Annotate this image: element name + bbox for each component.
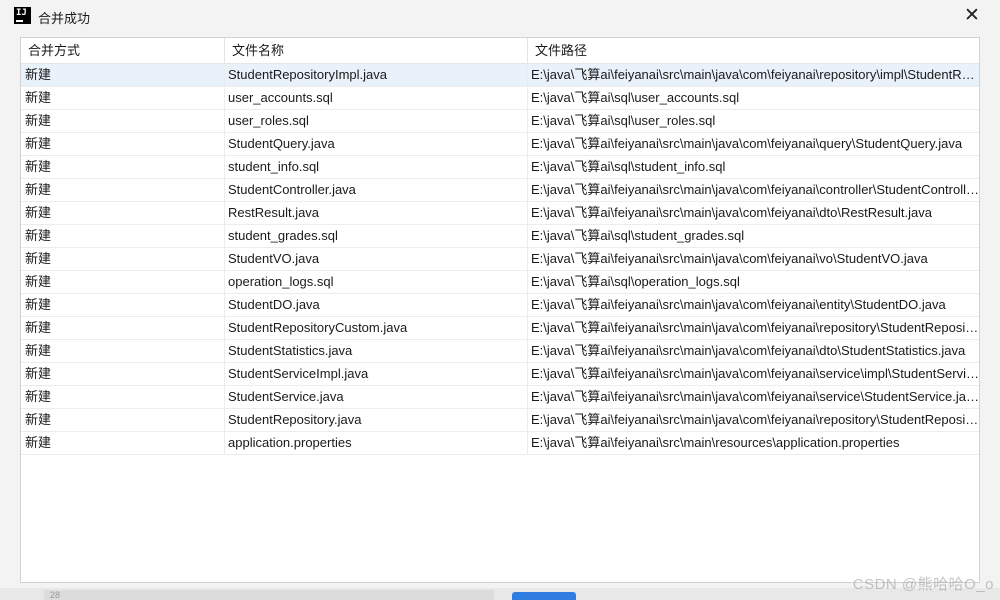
table-row[interactable]: 新建 student_grades.sql E:\java\飞算ai\sql\stu… — [21, 225, 979, 248]
file-path-cell: E:\java\飞算ai\feiyanai\src\main\java\com\… — [531, 182, 979, 197]
close-button[interactable]: ✕ — [962, 6, 982, 26]
table-row[interactable]: 新建 StudentRepository.java E:\java\飞算ai\fei… — [21, 409, 979, 432]
table-row[interactable]: 新建 RestResult.java E:\java\飞算ai\feiyanai\s… — [21, 202, 979, 225]
table-row[interactable]: 新建 user_roles.sql E:\java\飞算ai\sql\user_ro… — [21, 110, 979, 133]
file-path-cell: E:\java\飞算ai\sql\user_roles.sql — [531, 113, 716, 128]
merge-mode-cell: 新建 — [21, 363, 225, 385]
merge-mode-cell: 新建 — [21, 110, 225, 132]
file-path-cell: E:\java\飞算ai\sql\student_grades.sql — [531, 228, 745, 243]
merge-mode-cell: 新建 — [21, 64, 225, 86]
file-name-cell: StudentServiceImpl.java — [225, 363, 528, 385]
merge-mode-cell: 新建 — [21, 179, 225, 201]
table-row[interactable]: 新建 user_accounts.sql E:\java\飞算ai\sql\user… — [21, 87, 979, 110]
file-path-cell: E:\java\飞算ai\feiyanai\src\main\java\com\… — [531, 412, 979, 427]
intellij-app-icon: IJ — [14, 7, 31, 24]
file-path-cell: E:\java\飞算ai\feiyanai\src\main\java\com\… — [531, 297, 946, 312]
merge-mode-cell: 新建 — [21, 317, 225, 339]
file-name-cell: application.properties — [225, 432, 528, 454]
table-row[interactable]: 新建 StudentDO.java E:\java\飞算ai\feiyanai\sr… — [21, 294, 979, 317]
file-name-cell: StudentRepositoryCustom.java — [225, 317, 528, 339]
table-row[interactable]: 新建 operation_logs.sql E:\java\飞算ai\sql\ope… — [21, 271, 979, 294]
dialog-title: 合并成功 — [38, 11, 91, 26]
file-name-cell: student_info.sql — [225, 156, 528, 178]
app-icon-label: IJ — [16, 8, 27, 18]
merge-mode-cell: 新建 — [21, 294, 225, 316]
merge-mode-cell: 新建 — [21, 432, 225, 454]
column-header-merge-mode[interactable]: 合并方式 — [21, 38, 225, 63]
background-editor-gutter: 28 — [44, 590, 494, 600]
table-row[interactable]: 新建 StudentController.java E:\java\飞算ai\fei… — [21, 179, 979, 202]
merge-mode-cell: 新建 — [21, 271, 225, 293]
file-path-cell: E:\java\飞算ai\feiyanai\src\main\java\com\… — [531, 343, 966, 358]
column-header-file-name[interactable]: 文件名称 — [225, 38, 528, 63]
table-body: 新建 StudentRepositoryImpl.java E:\java\飞算ai… — [21, 64, 979, 455]
merged-files-table: 合并方式 文件名称 文件路径 新建 StudentRepositoryImpl.j… — [20, 37, 980, 583]
file-path-cell: E:\java\飞算ai\sql\user_accounts.sql — [531, 90, 740, 105]
merge-success-dialog: IJ 合并成功 ✕ 合并方式 文件名称 文件路径 新建 StudentReposi… — [0, 0, 1000, 600]
app-icon-bar — [16, 20, 23, 22]
file-name-cell: StudentQuery.java — [225, 133, 528, 155]
file-name-cell: student_grades.sql — [225, 225, 528, 247]
file-path-cell: E:\java\飞算ai\sql\operation_logs.sql — [531, 274, 740, 289]
table-row[interactable]: 新建 application.properties E:\java\飞算ai\fei… — [21, 432, 979, 455]
file-name-cell: RestResult.java — [225, 202, 528, 224]
file-name-cell: StudentDO.java — [225, 294, 528, 316]
file-name-cell: StudentRepositoryImpl.java — [225, 64, 528, 86]
file-name-cell: user_roles.sql — [225, 110, 528, 132]
merge-mode-cell: 新建 — [21, 409, 225, 431]
merge-mode-cell: 新建 — [21, 386, 225, 408]
file-path-cell: E:\java\飞算ai\feiyanai\src\main\java\com\… — [531, 136, 963, 151]
file-name-cell: StudentController.java — [225, 179, 528, 201]
table-row[interactable]: 新建 StudentRepositoryCustom.java E:\java\飞算… — [21, 317, 979, 340]
merge-mode-cell: 新建 — [21, 225, 225, 247]
file-name-cell: StudentService.java — [225, 386, 528, 408]
column-header-file-path[interactable]: 文件路径 — [528, 38, 979, 63]
file-path-cell: E:\java\飞算ai\feiyanai\src\main\resources… — [531, 435, 900, 450]
file-name-cell: StudentVO.java — [225, 248, 528, 270]
file-name-cell: StudentRepository.java — [225, 409, 528, 431]
file-path-cell: E:\java\飞算ai\feiyanai\src\main\java\com\… — [531, 320, 979, 335]
merge-mode-cell: 新建 — [21, 87, 225, 109]
table-row[interactable]: 新建 StudentVO.java E:\java\飞算ai\feiyanai\sr… — [21, 248, 979, 271]
table-row[interactable]: 新建 StudentStatistics.java E:\java\飞算ai\fei… — [21, 340, 979, 363]
table-row[interactable]: 新建 StudentServiceImpl.java E:\java\飞算ai\fe… — [21, 363, 979, 386]
file-name-cell: StudentStatistics.java — [225, 340, 528, 362]
table-row[interactable]: 新建 StudentQuery.java E:\java\飞算ai\feiyanai… — [21, 133, 979, 156]
background-editor-strip: 28 — [0, 588, 1000, 600]
merge-mode-cell: 新建 — [21, 340, 225, 362]
merge-mode-cell: 新建 — [21, 248, 225, 270]
merge-mode-cell: 新建 — [21, 156, 225, 178]
title-bar[interactable]: IJ 合并成功 ✕ — [0, 0, 1000, 32]
merge-mode-cell: 新建 — [21, 202, 225, 224]
file-path-cell: E:\java\飞算ai\feiyanai\src\main\java\com\… — [531, 366, 979, 381]
table-row[interactable]: 新建 StudentRepositoryImpl.java E:\java\飞算ai… — [21, 64, 979, 87]
background-line-number: 28 — [50, 590, 61, 600]
table-header: 合并方式 文件名称 文件路径 — [21, 38, 979, 64]
file-path-cell: E:\java\飞算ai\feiyanai\src\main\java\com\… — [531, 389, 979, 404]
table-row[interactable]: 新建 student_info.sql E:\java\飞算ai\sql\stude… — [21, 156, 979, 179]
table-row[interactable]: 新建 StudentService.java E:\java\飞算ai\feiyan… — [21, 386, 979, 409]
file-path-cell: E:\java\飞算ai\feiyanai\src\main\java\com\… — [531, 205, 933, 220]
file-path-cell: E:\java\飞算ai\feiyanai\src\main\java\com\… — [531, 251, 928, 266]
file-path-cell: E:\java\飞算ai\sql\student_info.sql — [531, 159, 726, 174]
csdn-watermark: CSDN @熊哈哈O_o — [852, 576, 994, 593]
file-path-cell: E:\java\飞算ai\feiyanai\src\main\java\com\… — [531, 67, 979, 82]
merge-mode-cell: 新建 — [21, 133, 225, 155]
file-name-cell: operation_logs.sql — [225, 271, 528, 293]
file-name-cell: user_accounts.sql — [225, 87, 528, 109]
background-primary-button — [512, 592, 576, 600]
